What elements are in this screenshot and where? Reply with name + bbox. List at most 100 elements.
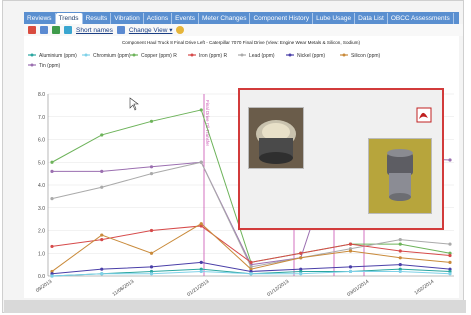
legend-entry: Copper (ppm) R [141, 53, 177, 59]
series-point [149, 172, 154, 176]
legend-marker [288, 53, 292, 57]
series-point [398, 263, 402, 267]
series-point [100, 133, 104, 137]
series-point [100, 238, 104, 242]
series-point [299, 256, 303, 260]
help-icon[interactable] [176, 26, 185, 34]
pdf-icon[interactable] [416, 107, 432, 123]
series-point [100, 169, 104, 173]
x-tick-label: 01/12/2013 [266, 279, 290, 298]
legend-entry: Chromium (ppm) [93, 53, 131, 59]
series-point [199, 260, 203, 264]
legend-marker [84, 53, 88, 57]
cursor-icon [129, 97, 139, 111]
legend-marker [240, 53, 244, 57]
app-window: Reviews Trends Results Vibration Actions… [2, 0, 466, 313]
change-view-button[interactable]: Change View ▾ [129, 26, 173, 34]
plug-photo-icon [249, 108, 303, 168]
legend-entry: Aluminium (ppm) [39, 53, 77, 59]
tab-events[interactable]: Events [172, 13, 199, 24]
y-tick-label: 6.0 [38, 138, 45, 144]
series-point [100, 185, 104, 189]
tab-reviews[interactable]: Reviews [24, 13, 56, 24]
series-point [50, 274, 54, 278]
x-tick-label: 1/02/2014 [413, 279, 435, 297]
tab-data-list[interactable]: Data List [355, 13, 388, 24]
toolbar: Short names Change View ▾ [24, 24, 463, 36]
tab-lube-usage[interactable]: Lube Usage [313, 13, 356, 24]
series-point [50, 160, 54, 164]
tab-actions[interactable]: Actions [144, 13, 173, 24]
chart-title: Component Haul Truck 8 Final Drive Left … [122, 40, 361, 45]
short-names-button[interactable]: Short names [76, 27, 113, 34]
legend-entry: Nickel (ppm) [297, 53, 325, 59]
series-point [348, 265, 353, 269]
series-point [348, 242, 353, 246]
tab-meter-changes[interactable]: Meter Changes [199, 13, 251, 24]
series-point [149, 119, 154, 123]
y-tick-label: 2.0 [38, 229, 45, 235]
y-tick-label: 4.0 [38, 183, 45, 189]
series-point [448, 158, 452, 162]
series-point [149, 272, 154, 276]
y-tick-label: 5.0 [38, 160, 45, 166]
series-point [299, 251, 303, 255]
series-point [199, 108, 203, 112]
x-tick-label: 01/21/2013 [186, 279, 210, 298]
series-point [398, 269, 402, 274]
tab-trends[interactable]: Trends [55, 13, 83, 24]
status-bar [4, 300, 466, 313]
y-tick-label: 1.0 [38, 251, 45, 257]
series-point [348, 269, 353, 274]
legend-marker [342, 53, 346, 57]
tab-obcc-assessments[interactable]: OBCC Assessments [388, 13, 454, 24]
y-tick-label: 0.0 [38, 274, 45, 280]
refresh-icon[interactable] [52, 26, 60, 34]
series-point [448, 260, 452, 264]
filter-icon[interactable] [64, 26, 72, 34]
series-point [100, 267, 104, 271]
series-point [199, 269, 203, 274]
series-point [199, 222, 203, 226]
tab-results[interactable]: Results [83, 13, 112, 24]
x-tick-label: 09/2013 [35, 279, 53, 294]
series-point [50, 244, 54, 249]
x-tick-label: 03/01/2014 [346, 279, 370, 298]
legend-marker [30, 53, 34, 57]
series-point [149, 228, 154, 233]
legend-marker [190, 53, 194, 57]
series-point [448, 272, 452, 276]
series-point [100, 272, 104, 276]
tab-strip: Reviews Trends Results Vibration Actions… [24, 12, 459, 24]
legend-entry: Lead (ppm) [249, 53, 275, 59]
series-point [249, 260, 253, 264]
y-tick-label: 3.0 [38, 206, 45, 212]
tab-component-history[interactable]: Component History [250, 13, 314, 24]
print-icon[interactable] [28, 26, 36, 34]
copy-icon[interactable] [40, 26, 48, 34]
series-point [448, 253, 452, 258]
x-tick-label: 11/06/2013 [112, 279, 136, 298]
view-icon [116, 26, 125, 34]
series-point [149, 251, 154, 255]
plug-photo-icon [369, 139, 431, 213]
series-point [50, 169, 54, 173]
y-tick-label: 8.0 [38, 92, 45, 98]
legend-marker [132, 53, 136, 57]
legend-entry: Tin (ppm) [39, 63, 61, 69]
tab-vibration[interactable]: Vibration [111, 13, 144, 24]
component-photo-2[interactable] [368, 138, 432, 214]
series-point [149, 165, 154, 169]
series-point [100, 233, 104, 237]
series-point [249, 272, 253, 276]
y-tick-label: 7.0 [38, 115, 45, 121]
legend-entry: Iron (ppm) R [199, 53, 227, 59]
series-point [199, 160, 203, 164]
series-point [398, 238, 402, 242]
series-point [398, 242, 402, 246]
series-point [149, 265, 154, 269]
legend-entry: Silicon (ppm) [351, 53, 381, 59]
series-point [50, 197, 54, 201]
component-photo-1[interactable] [248, 107, 304, 169]
series-point [299, 272, 303, 276]
